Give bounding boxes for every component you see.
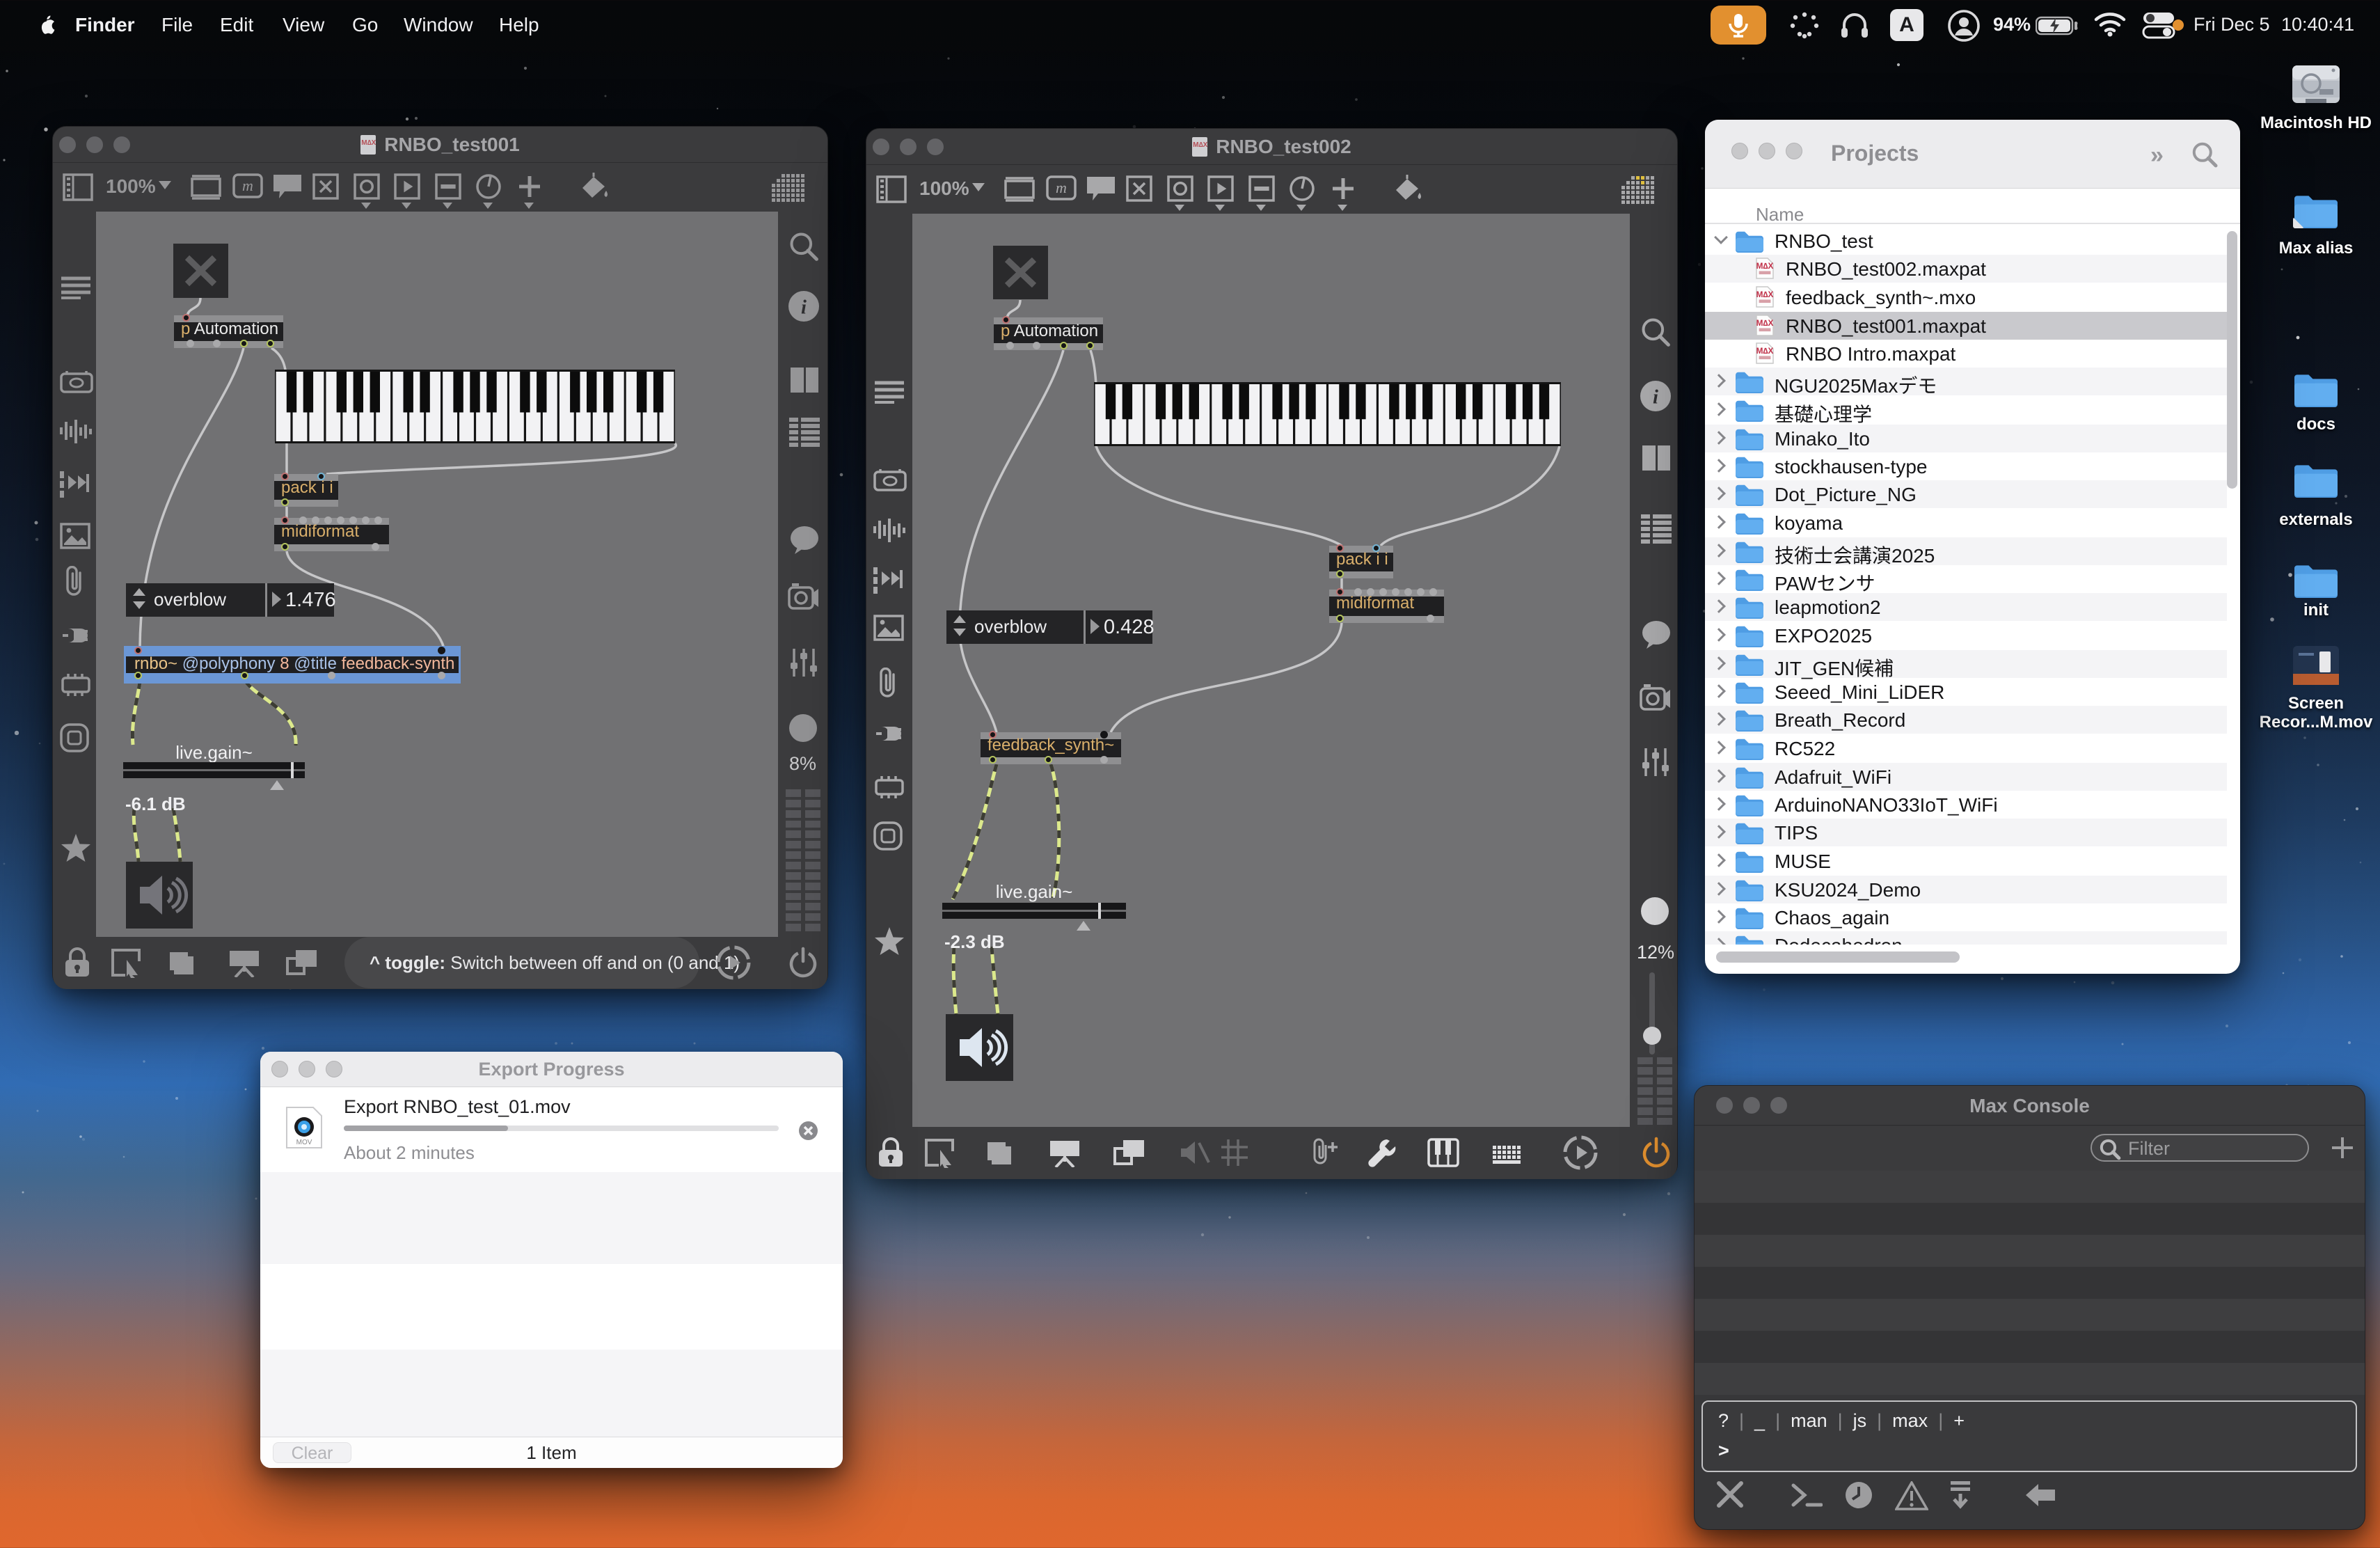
svg-text:M∆X: M∆X: [1756, 347, 1774, 356]
svg-text:MOV: MOV: [296, 1139, 312, 1146]
svg-text:M∆X: M∆X: [1756, 290, 1774, 299]
svg-text:i: i: [801, 297, 807, 319]
svg-text:M∆X: M∆X: [1756, 319, 1774, 328]
svg-text:m: m: [1056, 179, 1067, 196]
svg-text:m: m: [242, 177, 253, 194]
svg-text:i: i: [1653, 387, 1658, 409]
svg-text:M∆X: M∆X: [1756, 262, 1774, 271]
